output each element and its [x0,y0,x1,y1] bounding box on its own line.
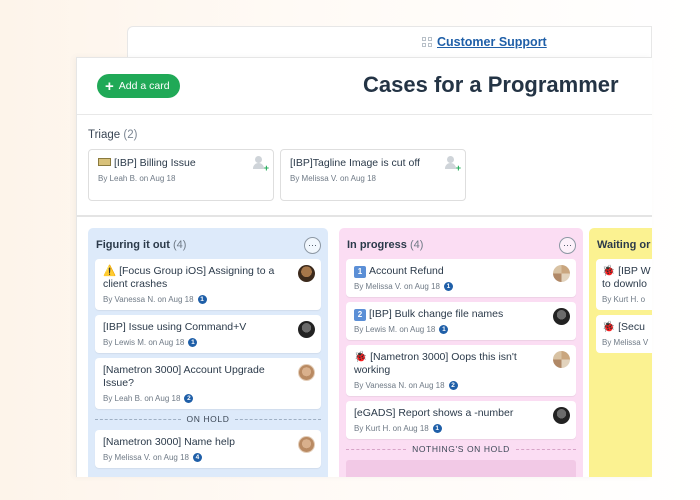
bug-icon: 🐞 [602,265,616,277]
case-card[interactable]: [Nametron 3000] Name help By Melissa V. … [95,430,321,468]
case-card[interactable]: 🐞 [IBP W to downlo By Kurt H. o [596,259,652,310]
card-title-row: 🐞 [Nametron 3000] Oops this isn't working [354,351,568,377]
case-card[interactable]: 🐞 [Secu By Melissa V [596,315,652,353]
column-in-progress: In progress (4) ··· 1 Account Refund By M… [339,228,583,477]
card-meta: By Lewis M. on Aug 18 1 [354,325,568,334]
card-meta: By Lewis M. on Aug 18 1 [103,338,313,347]
card-meta: By Melissa V. on Aug 18 [290,174,456,183]
case-card[interactable]: [Nametron 3000] Account Upgrade Issue? B… [95,358,321,409]
triage-title: Triage [88,129,121,141]
comment-count-badge: 1 [188,338,198,347]
card-title: [IBP] Issue using Command+V [103,321,247,333]
card-meta: By Kurt H. o [602,295,646,304]
card-title-row: 2 [IBP] Bulk change file names [354,308,568,321]
card-title-row: 🐞 [IBP W [602,265,651,277]
card-title: [eGADS] Report shows a -number [354,407,514,419]
case-card[interactable]: [IBP] Issue using Command+V By Lewis M. … [95,315,321,353]
add-card-button[interactable]: + Add a card [97,74,180,98]
bug-icon: 🐞 [602,321,616,333]
case-card[interactable]: 🐞 [Nametron 3000] Oops this isn't working… [346,345,576,396]
more-options-icon[interactable]: ··· [304,236,321,254]
column-header: Waiting or [596,236,652,254]
triage-card[interactable]: [IBP]Tagline Image is cut off By Melissa… [280,149,466,201]
case-card[interactable]: 2 [IBP] Bulk change file names By Lewis M… [346,302,576,340]
avatar [298,321,315,338]
column-title: Figuring it out (4) [96,239,187,251]
section-divider [77,215,652,217]
card-title-continued: to downlo [602,278,647,290]
more-options-icon[interactable]: ··· [559,236,576,254]
header-divider [77,114,652,115]
card-meta: By Kurt H. on Aug 18 1 [354,424,568,433]
board-link-label[interactable]: Customer Support [437,35,547,49]
avatar [553,351,570,368]
card-title-row: 🐞 [Secu [602,321,645,333]
card-title: [IBP] Billing Issue [114,157,196,169]
assign-user-icon[interactable]: + [444,156,461,173]
board-link[interactable]: Customer Support [422,35,547,49]
assign-user-icon[interactable]: + [252,156,269,173]
triage-heading: Triage (2) [88,129,137,141]
comment-count-badge: 1 [443,282,453,291]
card-meta: By Leah B. on Aug 18 2 [103,394,313,403]
number-one-icon: 1 [354,266,366,278]
comment-count-badge: 1 [432,424,442,433]
comment-count-badge: 4 [192,453,202,462]
card-title: [IBP] Bulk change file names [369,308,504,320]
board-grid-icon [422,37,432,47]
number-two-icon: 2 [354,309,366,321]
card-author-date: By Melissa V. on Aug 18 [290,174,376,183]
warning-icon: ⚠️ [103,265,117,277]
column-title: Waiting or [597,239,651,251]
avatar [553,407,570,424]
comment-count-badge: 2 [184,394,194,403]
card-title: [Nametron 3000] Name help [103,436,235,448]
column-header: In progress (4) ··· [346,236,576,254]
avatar [298,265,315,282]
board-sheet: + Add a card Cases for a Programmer Tria… [76,57,652,477]
case-card[interactable]: 1 Account Refund By Melissa V. on Aug 18 1 [346,259,576,297]
on-hold-divider: ON HOLD [95,414,321,424]
comment-count-badge: 1 [439,325,449,334]
column-figuring-it-out: Figuring it out (4) ··· ⚠️ [Focus Group i… [88,228,328,477]
plus-icon: + [105,77,114,95]
card-meta: By Leah B. on Aug 18 [98,174,264,183]
card-meta: By Melissa V [602,338,649,347]
triage-card[interactable]: [IBP] Billing Issue By Leah B. on Aug 18… [88,149,274,201]
avatar [298,436,315,453]
card-title: [IBP]Tagline Image is cut off [290,157,420,169]
comment-count-badge: 1 [197,295,207,304]
column-header: Figuring it out (4) ··· [95,236,321,254]
avatar [553,308,570,325]
bug-icon: 🐞 [354,351,368,363]
card-meta: By Melissa V. on Aug 18 1 [354,282,568,291]
money-icon [98,158,111,166]
card-author-date: By Leah B. on Aug 18 [98,174,176,183]
add-card-label: Add a card [118,80,170,92]
column-waiting: Waiting or 🐞 [IBP W to downlo By Kurt H. … [589,228,652,477]
card-title-row: 1 Account Refund [354,265,568,278]
card-meta: By Vanessa N. on Aug 18 2 [354,381,568,390]
nothing-on-hold-divider: NOTHING'S ON HOLD [346,444,576,454]
empty-hold-placeholder [346,460,576,477]
avatar [553,265,570,282]
card-title: [Nametron 3000] Account Upgrade Issue? [103,364,265,389]
card-title: [Nametron 3000] Oops this isn't working [354,351,517,376]
card-title: Account Refund [369,265,444,277]
card-meta: By Vanessa N. on Aug 18 1 [103,295,313,304]
triage-count: (2) [123,129,138,141]
column-title: In progress (4) [347,239,424,251]
case-card[interactable]: [eGADS] Report shows a -number By Kurt H… [346,401,576,439]
card-title-row: ⚠️ [Focus Group iOS] Assigning to a clien… [103,265,313,291]
comment-count-badge: 2 [448,381,458,390]
avatar [298,364,315,381]
card-meta: By Melissa V. on Aug 18 4 [103,453,313,462]
case-card[interactable]: ⚠️ [Focus Group iOS] Assigning to a clien… [95,259,321,310]
card-title-row: [IBP] Billing Issue [98,157,264,170]
card-title: [Focus Group iOS] Assigning to a client … [103,265,275,290]
page-title: Cases for a Programmer [363,72,619,97]
